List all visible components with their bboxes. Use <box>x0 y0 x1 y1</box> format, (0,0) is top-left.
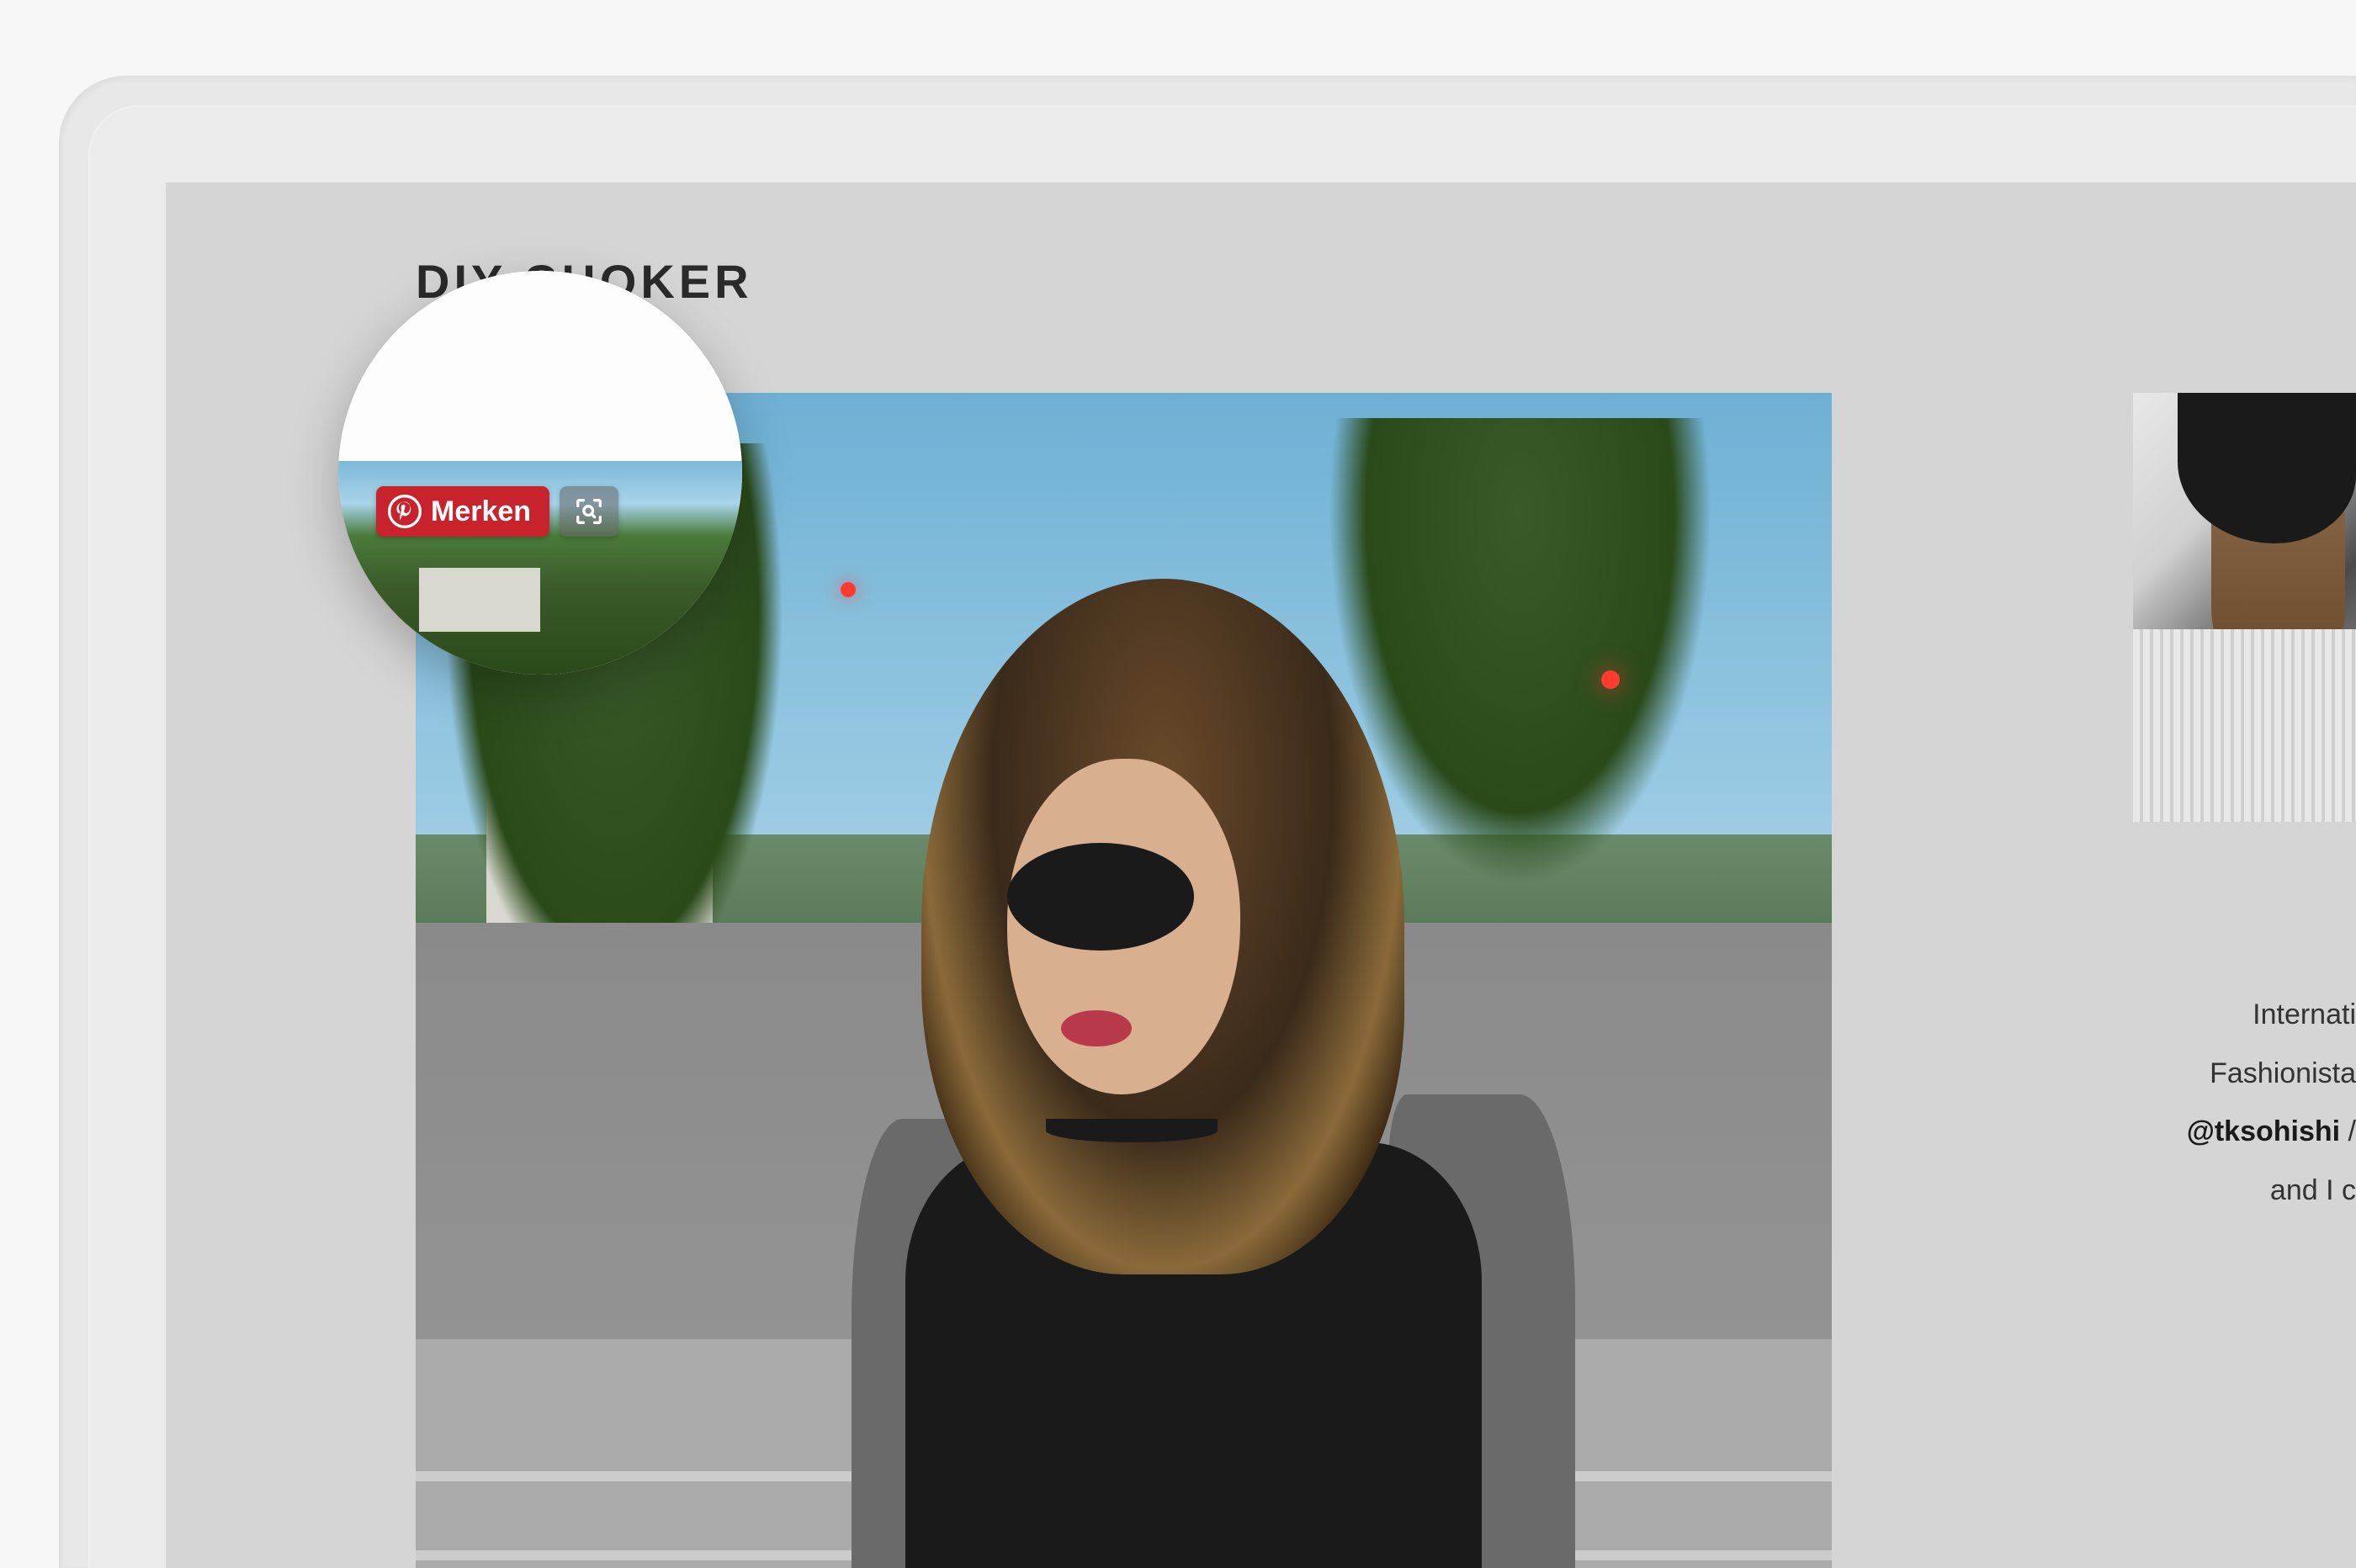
pinterest-save-label: Merken <box>431 495 531 528</box>
device-frame-inner: DIY CHOKER <box>88 105 2356 1568</box>
visual-search-button[interactable] <box>560 486 618 537</box>
photo-lips <box>1061 1010 1131 1046</box>
magnifier-inner <box>338 271 742 675</box>
photo-traffic-light <box>1601 670 1620 689</box>
magnifier-building <box>419 568 540 632</box>
bio-line-3: @tksohishi / <box>2133 1103 2356 1162</box>
photo-person <box>812 519 1591 1568</box>
bio-line-3-suffix: / <box>2340 1115 2356 1147</box>
pinterest-save-button[interactable]: Merken <box>376 486 549 537</box>
pinterest-logo-icon <box>388 495 422 528</box>
page-content: DIY CHOKER <box>166 183 2356 1568</box>
sidebar: Internati Fashionista @tksohishi / and I… <box>2133 393 2356 1221</box>
sidebar-bio-text: Internati Fashionista @tksohishi / and I… <box>2133 986 2356 1221</box>
magnifier-white-area <box>338 271 742 461</box>
sidebar-profile-image[interactable] <box>2133 393 2356 822</box>
sidebar-photo-hat <box>2178 393 2356 543</box>
visual-search-icon <box>572 495 606 528</box>
bio-line-4: and I c <box>2133 1162 2356 1221</box>
photo-sunglasses <box>1007 843 1194 951</box>
magnifier-overlay: Merken <box>338 271 742 675</box>
device-frame: DIY CHOKER <box>59 76 2356 1568</box>
browser-screen: DIY CHOKER <box>166 183 2356 1568</box>
photo-choker <box>1046 1119 1218 1143</box>
pinterest-button-group: Merken <box>376 486 618 537</box>
bio-line-2: Fashionista <box>2133 1045 2356 1104</box>
bio-handle[interactable]: @tksohishi <box>2187 1115 2340 1147</box>
bio-line-1: Internati <box>2133 986 2356 1045</box>
sidebar-photo-sweater <box>2133 629 2356 823</box>
